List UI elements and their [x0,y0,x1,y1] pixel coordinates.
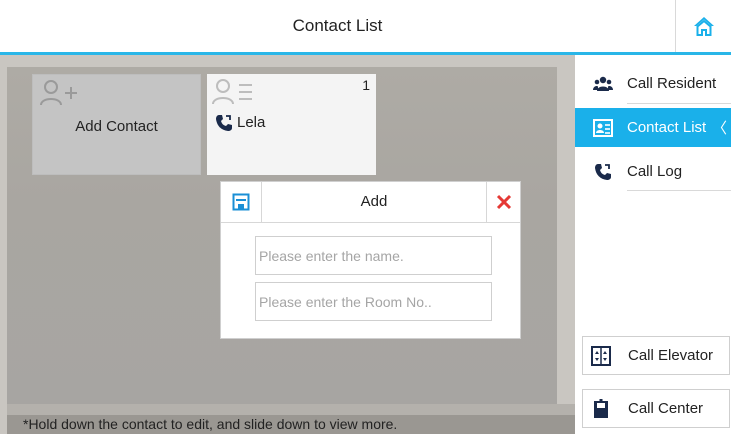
sidebar-divider [627,103,731,104]
person-list-icon [212,79,252,105]
dialog-title: Add [360,193,388,210]
contact-name: Lela [237,114,266,131]
call-elevator-button[interactable]: Call Elevator [582,336,730,375]
call-center-label: Call Center [628,400,704,417]
add-contact-dialog: Add [220,181,521,339]
chevron-left-icon: 〈 [711,120,727,137]
contact-card-icon [593,118,613,138]
call-log-icon [593,162,613,182]
add-contact-card[interactable]: Add Contact [32,74,201,175]
add-contact-label: Add Contact [75,118,158,135]
hint-text: *Hold down the contact to edit, and slid… [7,415,575,434]
name-input[interactable] [255,236,492,275]
hint-divider [7,404,575,415]
residents-icon [593,74,613,94]
call-center-button[interactable]: Call Center [582,389,730,428]
sidebar-item-label: Call Resident [627,75,717,92]
close-button[interactable] [486,182,520,222]
home-button[interactable] [675,0,731,52]
add-person-icon [40,80,77,106]
call-center-icon [594,399,608,418]
header-bar: Contact List [0,0,731,55]
elevator-icon [591,346,611,366]
sidebar-item-call-resident[interactable]: Call Resident [575,64,731,103]
sidebar-item-call-log[interactable]: Call Log [575,152,731,191]
phone-icon [216,115,232,131]
sidebar-item-contact-list[interactable]: Contact List 〈 [575,108,731,147]
close-icon [496,194,511,210]
sidebar: Call Resident Contact List 〈 Call Log Ca… [575,55,731,434]
save-icon [232,193,250,211]
contact-card[interactable]: 1 Lela [207,74,376,175]
call-elevator-label: Call Elevator [628,347,714,364]
page-title: Contact List [292,16,383,35]
sidebar-divider [627,190,731,191]
sidebar-item-label: Contact List [627,119,707,136]
save-button[interactable] [221,182,262,222]
room-number-input[interactable] [255,282,492,321]
contact-index: 1 [362,77,370,93]
sidebar-item-label: Call Log [627,163,683,180]
dialog-header: Add [221,182,520,223]
home-icon [693,17,714,36]
